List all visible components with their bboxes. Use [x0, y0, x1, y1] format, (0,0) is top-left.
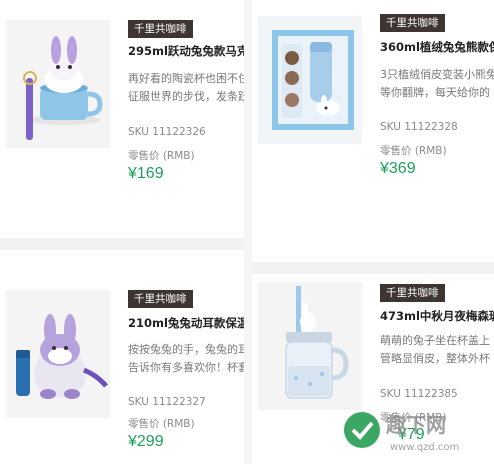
product-sku: SKU 11122326 — [128, 126, 206, 138]
bunny-mug-icon — [6, 20, 110, 148]
collection-tag: 千里共咖啡 — [380, 14, 445, 32]
product-description-line-1: 再好看的陶瓷杯也困不住 — [128, 72, 244, 85]
product-description-line-1: 3只植绒俏皮变装小熊兔 — [380, 68, 494, 81]
price-label: 零售价 (RMB) — [128, 418, 195, 430]
product-description-line-1: 按按兔兔的手，兔兔的耳 — [128, 343, 244, 356]
product-price: ¥299 — [128, 433, 164, 450]
product-description-line-2: 征服世界的步伐，发条跃 — [128, 90, 244, 103]
product-grid: 千里共咖啡 295ml跃动兔兔款马克杯 再好看的陶瓷杯也困不住 征服世界的步伐，… — [0, 0, 494, 464]
product-description-line-2: 等你翻牌，每天给你的 — [380, 86, 490, 99]
svg-text:趣下网: 趣下网 — [385, 413, 446, 437]
collection-tag: 千里共咖啡 — [380, 284, 445, 302]
product-description-line-2: 告诉你有多喜欢你！杯套 — [128, 361, 244, 374]
product-price: ¥369 — [380, 160, 416, 177]
collection-tag: 千里共咖啡 — [128, 290, 193, 308]
site-watermark: 趣下网 www.qzd.com — [340, 402, 488, 460]
product-image[interactable] — [258, 16, 362, 144]
column-divider — [244, 0, 252, 464]
product-sku: SKU 11122327 — [128, 396, 206, 408]
product-card-1[interactable]: 千里共咖啡 295ml跃动兔兔款马克杯 再好看的陶瓷杯也困不住 征服世界的步伐，… — [0, 0, 244, 238]
price-label: 零售价 (RMB) — [380, 145, 447, 157]
row-divider-right — [252, 262, 494, 274]
product-card-3[interactable]: 千里共咖啡 210ml兔兔动耳款保温杯 按按兔兔的手，兔兔的耳 告诉你有多喜欢你… — [0, 250, 244, 464]
product-image[interactable] — [6, 290, 110, 418]
product-title[interactable]: 295ml跃动兔兔款马克杯 — [128, 43, 244, 59]
price-label: 零售价 (RMB) — [128, 150, 195, 162]
product-sku: SKU 11122385 — [380, 388, 458, 400]
product-card-2[interactable]: 千里共咖啡 360ml植绒兔兔熊款保温杯 3只植绒俏皮变装小熊兔 等你翻牌，每天… — [252, 0, 494, 262]
gift-box-tumbler-icon — [258, 16, 362, 144]
product-price: ¥169 — [128, 165, 164, 182]
plush-bunny-bottle-icon — [6, 290, 110, 418]
product-description-line-2: 管略显俏皮，整体外杯 — [380, 352, 490, 365]
product-description-line-1: 萌萌的兔子坐在杯盖上 — [380, 334, 490, 347]
product-title[interactable]: 210ml兔兔动耳款保温杯 — [128, 315, 244, 331]
product-sku: SKU 11122328 — [380, 121, 458, 133]
product-title[interactable]: 360ml植绒兔兔熊款保温杯 — [380, 39, 494, 55]
mason-jar-icon — [258, 282, 362, 410]
svg-text:www.qzd.com: www.qzd.com — [390, 442, 459, 453]
product-title[interactable]: 473ml中秋月夜梅森玻璃杯 — [380, 308, 494, 324]
product-image[interactable] — [6, 20, 110, 148]
row-divider-left — [0, 238, 244, 250]
product-image[interactable] — [258, 282, 362, 410]
watermark-logo-icon: 趣下网 www.qzd.com — [344, 412, 459, 453]
collection-tag: 千里共咖啡 — [128, 20, 193, 38]
